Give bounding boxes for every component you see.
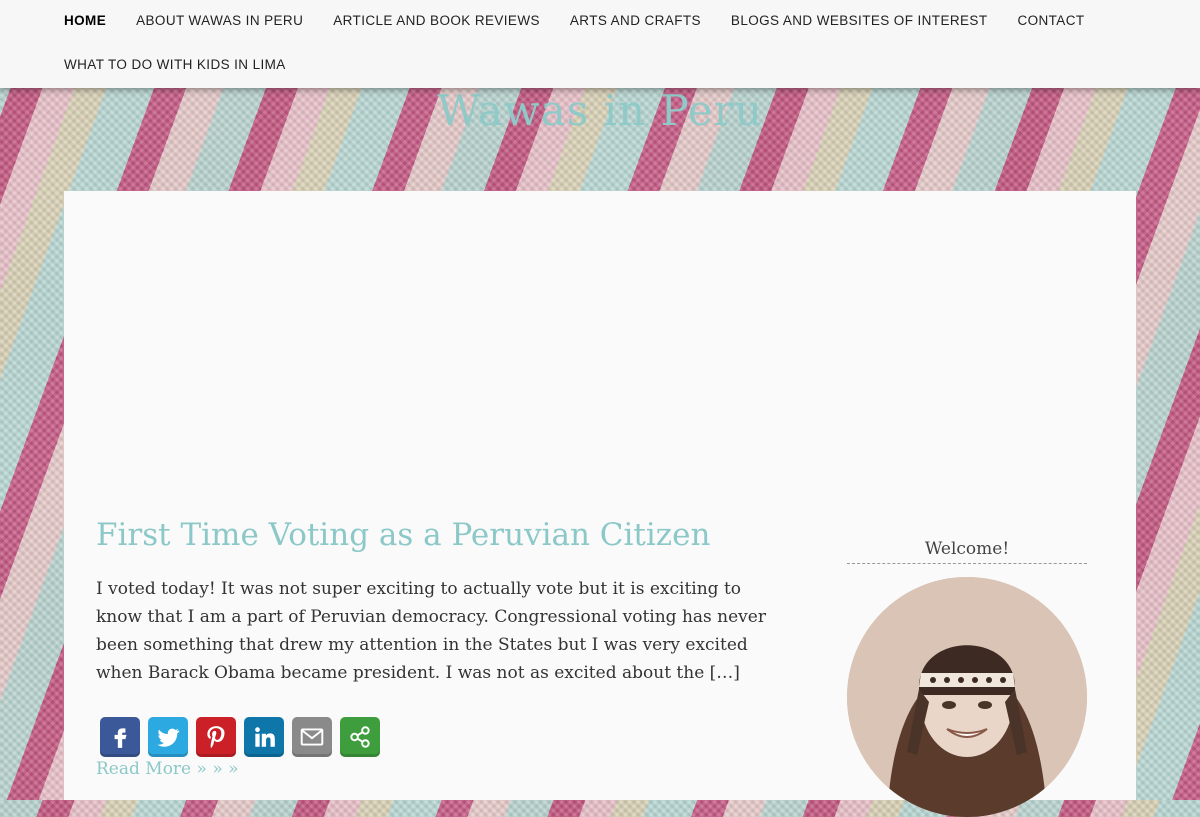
main-content: First Time Voting as a Peruvian Citizen … xyxy=(64,191,1136,817)
facebook-share-button[interactable] xyxy=(100,717,140,757)
nav-row-secondary: What to do with kids in Lima xyxy=(64,57,316,72)
post-title[interactable]: First Time Voting as a Peruvian Citizen xyxy=(96,517,710,553)
twitter-share-button[interactable] xyxy=(148,717,188,757)
nav-item-reviews[interactable]: Article and Book Reviews xyxy=(333,13,540,28)
nav-item-blogs[interactable]: Blogs and Websites of Interest xyxy=(731,13,988,28)
pinterest-share-button[interactable] xyxy=(196,717,236,757)
more-share-button[interactable] xyxy=(340,717,380,757)
pinterest-icon xyxy=(207,726,225,748)
facebook-icon xyxy=(114,728,127,748)
post-excerpt: I voted today! It was not super exciting… xyxy=(96,579,766,683)
nav-item-contact[interactable]: Contact xyxy=(1017,13,1084,28)
profile-photo xyxy=(847,577,1087,817)
nav-item-kids-lima[interactable]: What to do with kids in Lima xyxy=(64,57,286,72)
linkedin-icon xyxy=(255,727,275,747)
avatar xyxy=(847,577,1087,817)
site-title[interactable]: Wawas in Peru xyxy=(0,86,1200,135)
linkedin-share-button[interactable] xyxy=(244,717,284,757)
more-icon xyxy=(350,726,370,748)
read-more-link[interactable]: Read More » » » xyxy=(96,759,239,779)
nav-item-home[interactable]: Home xyxy=(64,13,106,28)
email-icon xyxy=(300,728,324,746)
nav-row-primary: Home About Wawas in Peru Article and Boo… xyxy=(64,13,1115,28)
nav-item-arts-crafts[interactable]: Arts and Crafts xyxy=(570,13,701,28)
top-navigation: Home About Wawas in Peru Article and Boo… xyxy=(0,0,1200,88)
email-share-button[interactable] xyxy=(292,717,332,757)
nav-item-about[interactable]: About Wawas in Peru xyxy=(136,13,303,28)
twitter-icon xyxy=(157,728,180,747)
share-buttons xyxy=(100,717,380,757)
sidebar-widget-title: Welcome! xyxy=(847,539,1087,564)
